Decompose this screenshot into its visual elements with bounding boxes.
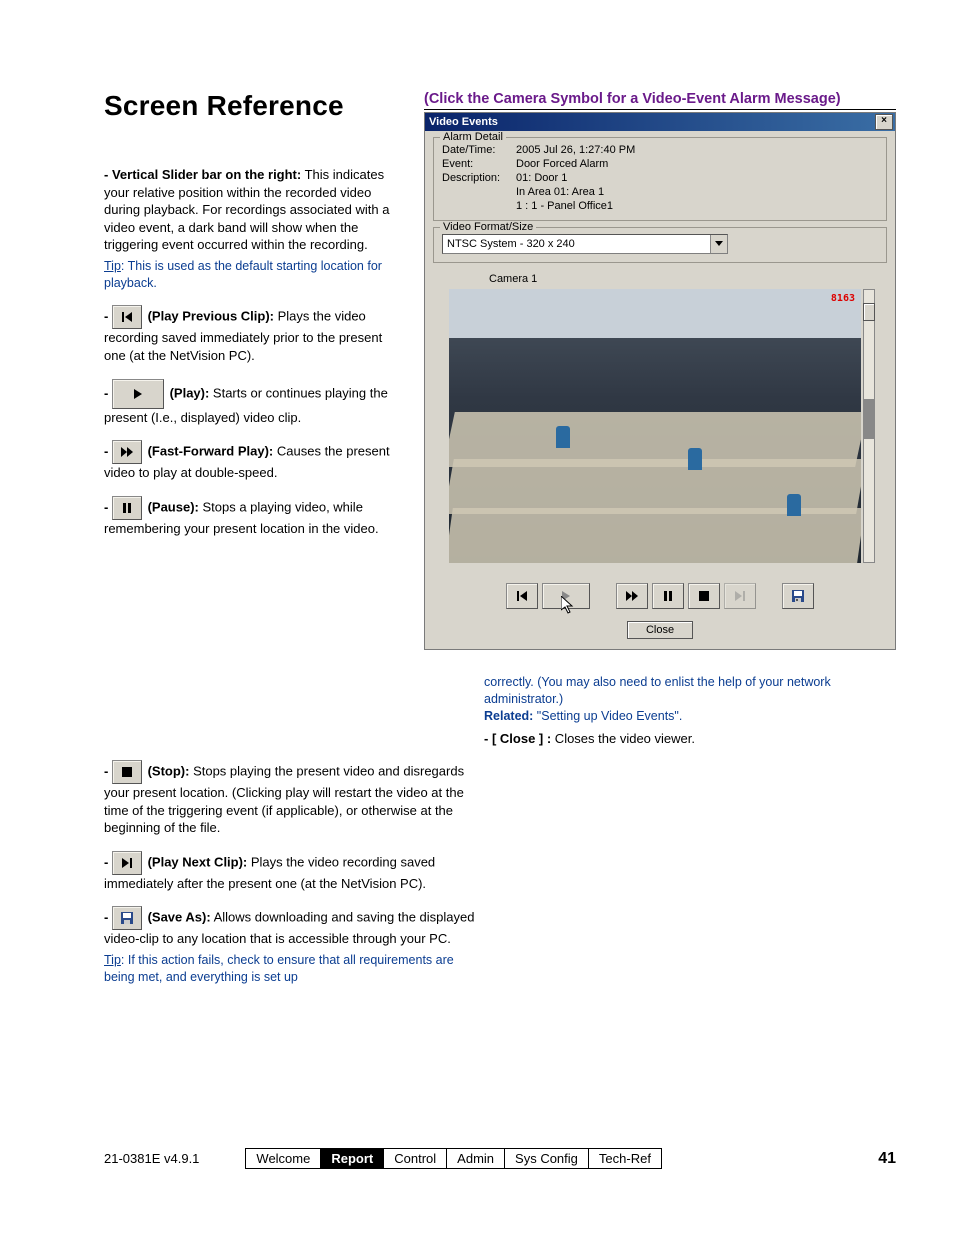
prev-clip-icon xyxy=(112,305,142,329)
next-clip-description: - (Play Next Clip): Plays the video reco… xyxy=(104,851,484,893)
page-footer: 21-0381E v4.9.1 WelcomeReportControlAdmi… xyxy=(104,1148,896,1169)
dialog-title: Video Events xyxy=(429,113,498,131)
pause-description: - (Pause): Stops a playing video, while … xyxy=(104,496,404,538)
close-button[interactable]: Close xyxy=(627,621,693,639)
footer-tab-welcome[interactable]: Welcome xyxy=(246,1149,321,1168)
footer-tab-tech-ref[interactable]: Tech-Ref xyxy=(589,1149,661,1168)
video-format-dropdown[interactable]: NTSC System - 320 x 240 xyxy=(442,234,728,254)
footer-tab-report[interactable]: Report xyxy=(321,1149,384,1168)
right-column-text: correctly. (You may also need to enlist … xyxy=(424,674,896,748)
footer-tabs: WelcomeReportControlAdminSys ConfigTech-… xyxy=(245,1148,662,1169)
next-clip-icon xyxy=(112,851,142,875)
play-button[interactable] xyxy=(542,583,590,609)
play-icon xyxy=(112,379,164,409)
pause-icon xyxy=(112,496,142,520)
fast-forward-icon xyxy=(112,440,142,464)
stop-icon xyxy=(112,760,142,784)
footer-tab-control[interactable]: Control xyxy=(384,1149,447,1168)
footer-tab-admin[interactable]: Admin xyxy=(447,1149,505,1168)
slider-description: - Vertical Slider bar on the right: This… xyxy=(104,166,404,291)
video-events-dialog: Video Events × Alarm Detail Date/Time:20… xyxy=(424,112,896,650)
alarm-detail-group: Alarm Detail Date/Time:2005 Jul 26, 1:27… xyxy=(433,137,887,221)
play-description: - (Play): Starts or continues playing th… xyxy=(104,379,404,427)
page-title: Screen Reference xyxy=(104,90,404,122)
playback-controls xyxy=(425,575,895,615)
video-preview: Camera 1 8163 xyxy=(433,269,887,569)
save-as-button[interactable] xyxy=(782,583,814,609)
dialog-close-x[interactable]: × xyxy=(875,114,893,130)
next-clip-button[interactable] xyxy=(724,583,756,609)
prev-clip-description: - (Play Previous Clip): Plays the video … xyxy=(104,305,404,364)
footer-tab-sys-config[interactable]: Sys Config xyxy=(505,1149,589,1168)
playback-position-slider[interactable] xyxy=(863,289,875,563)
stop-description: - (Stop): Stops playing the present vide… xyxy=(104,760,484,837)
save-as-icon xyxy=(112,906,142,930)
dropdown-arrow-icon xyxy=(710,235,727,253)
pause-button[interactable] xyxy=(652,583,684,609)
sub-heading: (Click the Camera Symbol for a Video-Eve… xyxy=(424,90,896,110)
prev-clip-button[interactable] xyxy=(506,583,538,609)
stop-button[interactable] xyxy=(688,583,720,609)
fast-forward-button[interactable] xyxy=(616,583,648,609)
video-format-group: Video Format/Size NTSC System - 320 x 24… xyxy=(433,227,887,263)
ff-description: - (Fast-Forward Play): Causes the presen… xyxy=(104,440,404,482)
save-as-description: - (Save As): Allows downloading and savi… xyxy=(104,906,484,985)
page-number: 41 xyxy=(878,1150,896,1168)
document-id: 21-0381E v4.9.1 xyxy=(104,1151,199,1166)
